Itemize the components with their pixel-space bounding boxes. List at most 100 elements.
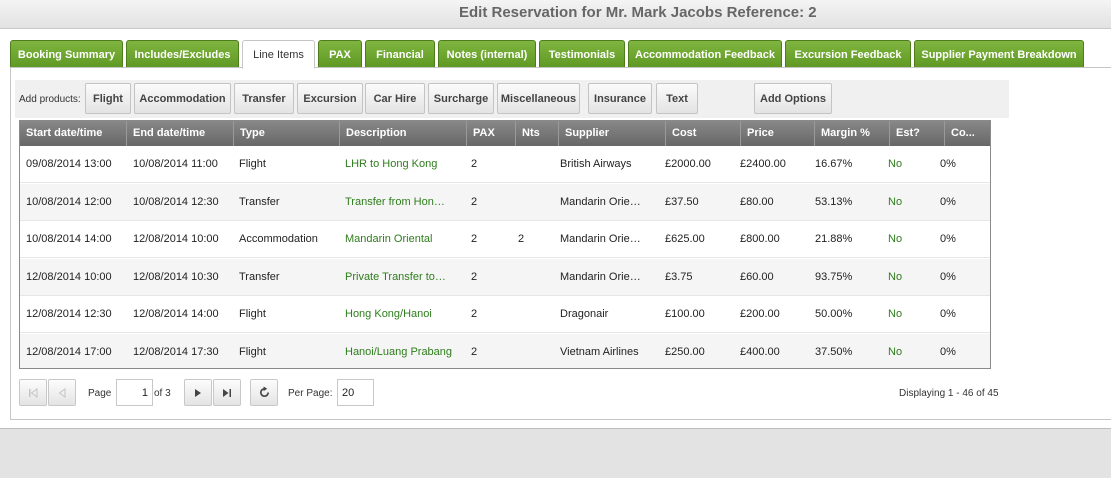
add-accommodation-button[interactable]: Accommodation: [134, 83, 231, 114]
line-items-grid: Start date/time End date/time Type Descr…: [19, 120, 991, 369]
cell-end: 10/08/2014 12:30: [133, 195, 219, 208]
cell-description: Transfer from Hon…: [345, 195, 445, 208]
cell-description: Private Transfer to…: [345, 270, 446, 283]
window-title: Edit Reservation for Mr. Mark Jacobs Ref…: [459, 4, 817, 21]
add-flight-button[interactable]: Flight: [85, 83, 131, 114]
page-label: Page: [88, 388, 112, 399]
cell-margin: 21.88%: [815, 233, 853, 245]
last-page-button[interactable]: [213, 379, 241, 406]
tab-line-items[interactable]: Line Items: [242, 40, 315, 69]
table-row[interactable]: 12/08/2014 10:00 12/08/2014 10:30 Transfer…: [20, 258, 990, 296]
page-number-input[interactable]: [116, 379, 153, 406]
col-est[interactable]: Est?: [890, 121, 945, 146]
cell-end: 10/08/2014 11:00: [133, 158, 218, 170]
add-car-hire-button[interactable]: Car Hire: [365, 83, 425, 114]
cell-end: 12/08/2014 14:00: [133, 308, 219, 320]
cell-supplier: Dragonair: [560, 308, 609, 320]
col-nts[interactable]: Nts: [516, 121, 559, 146]
col-price[interactable]: Price: [741, 121, 815, 146]
cell-est: No: [888, 270, 903, 283]
cell-cost: £250.00: [665, 345, 705, 358]
add-miscellaneous-button[interactable]: Miscellaneous: [497, 83, 580, 114]
add-surcharge-button[interactable]: Surcharge: [428, 83, 494, 114]
col-cost[interactable]: Cost: [666, 121, 741, 146]
cell-description: Hanoi/Luang Prabang: [345, 345, 453, 358]
tab-excursion-feedback[interactable]: Excursion Feedback: [785, 40, 911, 68]
col-pax[interactable]: PAX: [467, 121, 516, 146]
cell-commission: 0%: [940, 195, 956, 208]
table-row[interactable]: 10/08/2014 14:00 12/08/2014 10:00 Accommod…: [20, 221, 990, 258]
tab-pax[interactable]: PAX: [318, 40, 362, 68]
cell-commission: 0%: [940, 233, 956, 245]
cell-commission: 0%: [940, 158, 956, 170]
cell-margin: 93.75%: [815, 270, 853, 283]
col-commission[interactable]: Co...: [945, 121, 990, 146]
cell-est: No: [888, 158, 903, 170]
tab-supplier-payment-breakdown[interactable]: Supplier Payment Breakdown: [914, 40, 1084, 68]
col-type[interactable]: Type: [234, 121, 340, 146]
add-insurance-button[interactable]: Insurance: [588, 83, 652, 114]
cell-price: £80.00: [740, 195, 774, 208]
tab-accommodation-feedback[interactable]: Accommodation Feedback: [628, 40, 782, 68]
cell-price: £200.00: [740, 308, 780, 320]
table-row[interactable]: 10/08/2014 12:00 10/08/2014 12:30 Transfer…: [20, 183, 990, 221]
cell-start: 09/08/2014 13:00: [26, 158, 112, 170]
add-options-button[interactable]: Add Options: [754, 83, 832, 114]
add-text-button[interactable]: Text: [656, 83, 698, 114]
tab-financial[interactable]: Financial: [365, 40, 435, 68]
cell-start: 12/08/2014 10:00: [26, 270, 112, 283]
cell-nts: [518, 296, 558, 333]
cell-cost: £37.50: [665, 195, 699, 208]
tab-notes-internal[interactable]: Notes (internal): [438, 40, 536, 68]
refresh-icon: [259, 386, 269, 398]
title-bar: Edit Reservation for Mr. Mark Jacobs Ref…: [0, 0, 1111, 29]
table-row[interactable]: 12/08/2014 12:30 12/08/2014 14:00 Flight Ho…: [20, 296, 990, 333]
cell-nts: [518, 334, 558, 369]
cell-description: Mandarin Oriental: [345, 233, 433, 245]
refresh-button[interactable]: [250, 379, 278, 406]
next-page-button[interactable]: [184, 379, 212, 406]
table-row[interactable]: 12/08/2014 17:00 12/08/2014 17:30 Flight Ha…: [20, 333, 990, 369]
tab-booking-summary[interactable]: Booking Summary: [10, 40, 123, 68]
cell-margin: 37.50%: [815, 345, 853, 358]
cell-start: 10/08/2014 12:00: [26, 195, 112, 208]
cell-nts: 2: [518, 233, 525, 245]
cell-description: Hong Kong/Hanoi: [345, 308, 432, 320]
add-products-toolbar: Add products: Flight Accommodation Trans…: [15, 80, 1009, 118]
cell-end: 12/08/2014 17:30: [133, 345, 219, 358]
cell-supplier: Vietnam Airlines: [560, 345, 639, 358]
col-end-datetime[interactable]: End date/time: [127, 121, 234, 146]
per-page-label: Per Page:: [288, 388, 333, 399]
tab-testimonials[interactable]: Testimonials: [539, 40, 625, 68]
cell-type: Flight: [239, 345, 266, 358]
prev-page-icon: [58, 387, 66, 398]
cell-price: £60.00: [740, 270, 774, 283]
cell-nts: [518, 146, 558, 183]
prev-page-button[interactable]: [48, 379, 76, 406]
cell-type: Transfer: [239, 270, 280, 283]
page-count-label: of 3: [154, 388, 171, 399]
cell-supplier: Mandarin Orie…: [560, 233, 641, 245]
col-start-datetime[interactable]: Start date/time: [20, 121, 127, 146]
tab-includes-excludes[interactable]: Includes/Excludes: [126, 40, 239, 68]
first-page-button[interactable]: [19, 379, 47, 406]
add-excursion-button[interactable]: Excursion: [297, 83, 363, 114]
cell-pax: 2: [471, 308, 478, 320]
cell-est: No: [888, 195, 903, 208]
cell-nts: [518, 184, 558, 221]
cell-pax: 2: [471, 233, 478, 245]
col-description[interactable]: Description: [340, 121, 467, 146]
cell-pax: 2: [471, 158, 478, 170]
cell-type: Accommodation: [239, 233, 318, 245]
first-page-icon: [29, 387, 38, 398]
cell-supplier: British Airways: [560, 158, 632, 170]
per-page-input[interactable]: [337, 379, 374, 406]
col-margin[interactable]: Margin %: [815, 121, 890, 146]
cell-nts: [518, 259, 558, 296]
table-row[interactable]: 09/08/2014 13:00 10/08/2014 11:00 Flight LH…: [20, 146, 990, 183]
next-page-icon: [195, 388, 201, 397]
col-supplier[interactable]: Supplier: [559, 121, 666, 146]
cell-margin: 53.13%: [815, 195, 853, 208]
cell-commission: 0%: [940, 308, 956, 320]
add-transfer-button[interactable]: Transfer: [234, 83, 294, 114]
